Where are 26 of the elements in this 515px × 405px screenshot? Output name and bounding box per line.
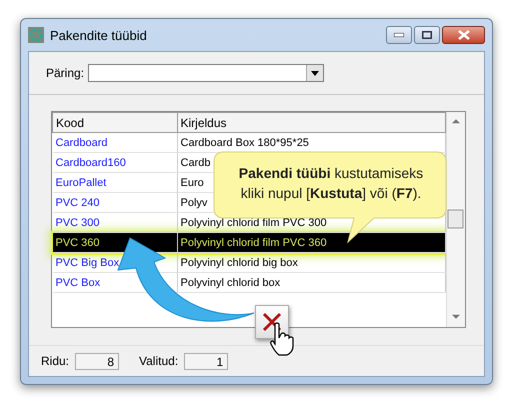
minimize-button[interactable] xyxy=(386,26,412,44)
column-header[interactable]: Kirjeldus xyxy=(177,112,446,132)
maximize-icon xyxy=(422,31,432,39)
selected-count: 1 xyxy=(184,352,228,370)
code-cell: Cardboard160 xyxy=(52,152,177,172)
description-cell: Polyvinyl chlorid big box xyxy=(177,252,446,272)
delete-x-icon xyxy=(262,312,282,332)
window-title: Pakendite tüübid xyxy=(50,28,148,42)
selected-label: Valitud: xyxy=(139,354,178,368)
dropdown-arrow-icon xyxy=(311,70,320,76)
close-icon xyxy=(458,30,470,40)
code-cell: EuroPallet xyxy=(52,172,177,192)
column-header[interactable]: Kood xyxy=(52,112,177,132)
app-icon xyxy=(28,27,44,43)
maximize-button[interactable] xyxy=(414,26,440,44)
code-cell: PVC 240 xyxy=(52,192,177,212)
minimize-icon xyxy=(394,33,404,37)
description-cell: Polyvinyl chlorid box xyxy=(177,272,446,292)
query-dropdown[interactable] xyxy=(88,64,324,82)
rows-label: Ridu: xyxy=(41,354,70,368)
query-label: Päring: xyxy=(46,66,84,80)
code-cell: Cardboard xyxy=(52,132,177,152)
scrollbar[interactable] xyxy=(446,112,465,327)
rows-count: 8 xyxy=(75,352,120,370)
close-button[interactable] xyxy=(442,26,485,44)
description-cell: Polyvinyl chlorid film PVC 360 xyxy=(177,232,446,252)
